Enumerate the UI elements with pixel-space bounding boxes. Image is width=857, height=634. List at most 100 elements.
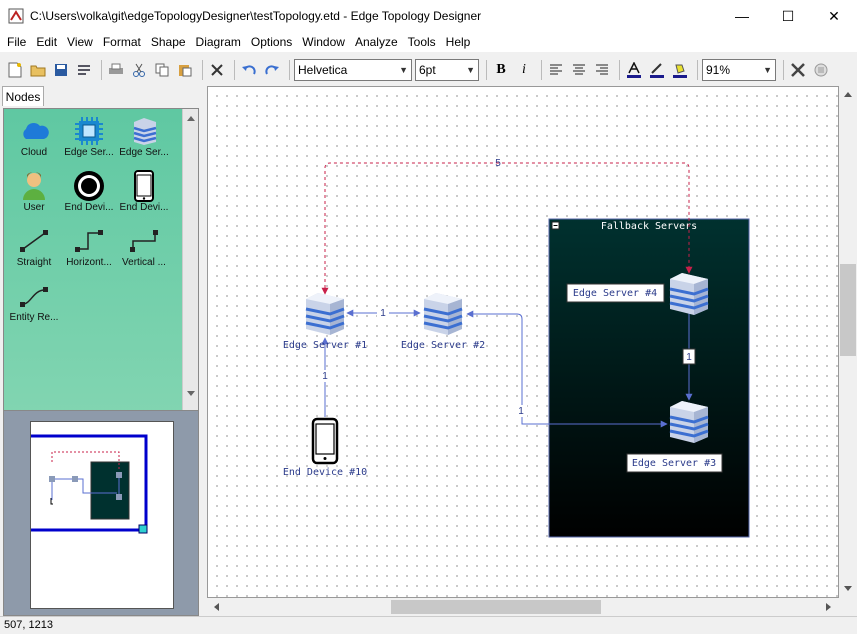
menu-format[interactable]: Format bbox=[98, 32, 146, 52]
chevron-down-icon: ▼ bbox=[763, 65, 772, 75]
menu-file[interactable]: File bbox=[2, 32, 31, 52]
redo-icon[interactable] bbox=[262, 59, 282, 81]
server-icon bbox=[422, 291, 464, 337]
edge-label: 1 bbox=[380, 308, 386, 319]
print-icon[interactable] bbox=[106, 59, 126, 81]
toolbar-separator bbox=[783, 60, 784, 80]
entity-relation-icon bbox=[5, 280, 63, 312]
palette-item-end-device-phone[interactable]: End Devi... bbox=[115, 170, 173, 225]
edge-label: 1 bbox=[518, 406, 524, 417]
fill-color-icon[interactable] bbox=[670, 59, 690, 81]
font-color-icon[interactable] bbox=[624, 59, 644, 81]
app-icon bbox=[8, 8, 24, 24]
palette-item-label: Straight bbox=[16, 257, 52, 268]
minimize-button[interactable]: — bbox=[719, 0, 765, 32]
vertical-scrollbar[interactable] bbox=[839, 86, 857, 598]
status-bar: 507, 1213 bbox=[0, 616, 857, 634]
horizontal-scrollbar[interactable] bbox=[207, 598, 839, 616]
overview-panel[interactable] bbox=[3, 410, 199, 616]
palette-item-user[interactable]: User bbox=[5, 170, 63, 225]
target-circle-icon bbox=[60, 170, 118, 202]
phone-icon bbox=[115, 170, 173, 202]
palette-item-label: Horizont... bbox=[66, 257, 112, 268]
toolbar-separator bbox=[541, 60, 542, 80]
menu-bar: File Edit View Format Shape Diagram Opti… bbox=[0, 32, 857, 52]
node-edge-server-2[interactable]: Edge Server #2 bbox=[401, 291, 485, 351]
tab-nodes[interactable]: Nodes bbox=[2, 86, 44, 106]
palette-item-label: Cloud bbox=[20, 147, 48, 158]
palette-item-edge-server-chip[interactable]: Edge Ser... bbox=[60, 115, 118, 170]
palette-item-vertical[interactable]: Vertical ... bbox=[115, 225, 173, 280]
menu-window[interactable]: Window bbox=[297, 32, 350, 52]
node-label: Edge Server #1 bbox=[283, 340, 367, 351]
palette-item-label: End Devi... bbox=[119, 202, 169, 213]
node-end-device-10[interactable]: End Device #10 bbox=[283, 417, 367, 478]
align-icon[interactable] bbox=[74, 59, 94, 81]
fallback-servers-container[interactable]: Fallback Servers bbox=[548, 218, 750, 538]
server-icon bbox=[668, 399, 710, 445]
menu-tools[interactable]: Tools bbox=[403, 32, 441, 52]
font-size-select[interactable]: 6pt ▼ bbox=[415, 59, 479, 81]
node-edge-server-1[interactable]: Edge Server #1 bbox=[283, 291, 367, 351]
phone-icon bbox=[311, 417, 339, 465]
palette-item-horizontal[interactable]: Horizont... bbox=[60, 225, 118, 280]
straight-line-icon bbox=[5, 225, 63, 257]
delete-icon[interactable] bbox=[207, 59, 227, 81]
horizontal-connector-icon bbox=[60, 225, 118, 257]
node-label: Edge Server #4 bbox=[573, 288, 657, 299]
palette-item-label: Vertical ... bbox=[122, 257, 166, 268]
zoom-value: 91% bbox=[706, 63, 731, 77]
palette-item-label: End Devi... bbox=[64, 202, 114, 213]
line-color-icon[interactable] bbox=[647, 59, 667, 81]
overview-page bbox=[30, 421, 174, 609]
palette-item-label: User bbox=[23, 202, 45, 213]
menu-options[interactable]: Options bbox=[246, 32, 297, 52]
palette-item-entity-relation[interactable]: Entity Re... bbox=[5, 280, 63, 335]
toolbar-separator bbox=[697, 60, 698, 80]
vertical-connector-icon bbox=[115, 225, 173, 257]
container-title: Fallback Servers bbox=[601, 221, 697, 232]
palette-item-label: Entity Re... bbox=[9, 312, 59, 323]
close-button[interactable]: ✕ bbox=[811, 0, 857, 32]
node-label: Edge Server #3 bbox=[632, 458, 716, 469]
chevron-down-icon: ▼ bbox=[466, 65, 475, 75]
align-left-icon[interactable] bbox=[546, 59, 566, 81]
cut-icon[interactable] bbox=[129, 59, 149, 81]
align-right-icon[interactable] bbox=[592, 59, 612, 81]
copy-icon[interactable] bbox=[152, 59, 172, 81]
menu-diagram[interactable]: Diagram bbox=[191, 32, 246, 52]
menu-help[interactable]: Help bbox=[441, 32, 476, 52]
toolbar-separator bbox=[101, 60, 102, 80]
palette-item-cloud[interactable]: Cloud bbox=[5, 115, 63, 170]
open-folder-icon[interactable] bbox=[28, 59, 48, 81]
cursor-coordinates: 507, 1213 bbox=[4, 619, 53, 631]
menu-shape[interactable]: Shape bbox=[146, 32, 191, 52]
italic-button[interactable]: i bbox=[514, 59, 534, 81]
palette-item-end-device-circle[interactable]: End Devi... bbox=[60, 170, 118, 225]
save-icon[interactable] bbox=[51, 59, 71, 81]
diagram-canvas[interactable]: Fallback Servers 5 1 1 1 1 Edge Server #… bbox=[207, 86, 839, 598]
maximize-button[interactable]: ☐ bbox=[765, 0, 811, 32]
undo-icon[interactable] bbox=[239, 59, 259, 81]
node-label: Edge Server #2 bbox=[401, 340, 485, 351]
toolbar-separator bbox=[202, 60, 203, 80]
palette-item-straight[interactable]: Straight bbox=[5, 225, 63, 280]
settings-icon[interactable] bbox=[811, 59, 831, 81]
toolbar-separator bbox=[619, 60, 620, 80]
menu-view[interactable]: View bbox=[62, 32, 98, 52]
align-center-icon[interactable] bbox=[569, 59, 589, 81]
toolbar-separator bbox=[289, 60, 290, 80]
font-family-value: Helvetica bbox=[298, 63, 348, 77]
chevron-down-icon: ▼ bbox=[399, 65, 408, 75]
palette-item-label: Edge Ser... bbox=[119, 147, 169, 158]
menu-edit[interactable]: Edit bbox=[31, 32, 62, 52]
font-size-value: 6pt bbox=[419, 63, 436, 77]
new-file-icon[interactable] bbox=[5, 59, 25, 81]
bold-button[interactable]: B bbox=[491, 59, 511, 81]
tools-icon[interactable] bbox=[788, 59, 808, 81]
zoom-select[interactable]: 91% ▼ bbox=[702, 59, 776, 81]
font-family-select[interactable]: Helvetica ▼ bbox=[294, 59, 412, 81]
palette-item-edge-server[interactable]: Edge Ser... bbox=[115, 115, 173, 170]
menu-analyze[interactable]: Analyze bbox=[350, 32, 403, 52]
paste-icon[interactable] bbox=[175, 59, 195, 81]
